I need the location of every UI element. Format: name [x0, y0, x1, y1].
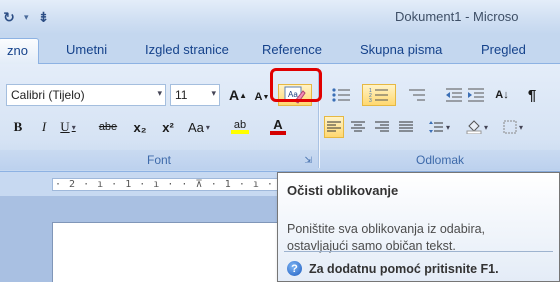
shrink-font-icon: A [254, 91, 263, 103]
shading-bucket-icon [466, 120, 482, 134]
font-color-label: A [273, 117, 283, 132]
bullets-button[interactable] [324, 84, 358, 106]
title-bar: ↻ ▾ ⇟ Dokument1 - Microso [0, 0, 560, 34]
tab-mailings[interactable]: Skupna pisma [360, 42, 442, 57]
font-size-value: 11 [175, 88, 188, 102]
chevron-down-icon[interactable]: ▾ [446, 123, 450, 132]
tooltip-divider [284, 251, 553, 252]
tab-review[interactable]: Pregled [481, 42, 526, 57]
numbering-button[interactable]: 123 [362, 84, 396, 106]
font-color-button[interactable]: A [268, 116, 288, 138]
numbered-list-icon: 123 [369, 88, 388, 103]
borders-icon [503, 120, 517, 134]
align-left-button[interactable] [324, 116, 344, 138]
tooltip-help-text: Za dodatnu pomoć pritisnite F1. [309, 261, 499, 276]
tab-references[interactable]: Reference [262, 42, 322, 57]
show-formatting-button[interactable]: ¶ [522, 84, 542, 106]
ribbon-tabs: zno Umetni Izgled stranice Reference Sku… [0, 34, 560, 65]
decrease-indent-button[interactable] [444, 84, 464, 106]
tab-page-layout[interactable]: Izgled stranice [145, 42, 229, 57]
chevron-down-icon[interactable]: ▾ [211, 88, 216, 99]
chevron-down-icon[interactable]: ▾ [72, 123, 76, 132]
svg-text:3: 3 [369, 98, 372, 103]
dialog-launcher-icon[interactable]: ⇲ [304, 155, 312, 166]
align-right-button[interactable] [372, 116, 392, 138]
window-title: Dokument1 - Microso [395, 9, 519, 24]
align-center-button[interactable] [348, 116, 368, 138]
multilevel-list-button[interactable] [400, 84, 434, 106]
font-name-value: Calibri (Tijelo) [11, 88, 85, 102]
tooltip-help: ? Za dodatnu pomoć pritisnite F1. [287, 261, 499, 276]
change-case-button[interactable]: Aa ▾ [188, 116, 210, 138]
line-spacing-icon [428, 121, 443, 133]
redo-icon[interactable]: ↻ [0, 8, 18, 26]
grow-font-icon: A [228, 87, 240, 103]
increase-indent-button[interactable] [466, 84, 486, 106]
underline-button[interactable]: U ▾ [58, 116, 78, 138]
align-left-icon [327, 121, 341, 132]
line-spacing-button[interactable]: ▾ [424, 116, 454, 138]
font-name-combo[interactable]: Calibri (Tijelo) ▾ [6, 84, 166, 106]
highlight-button[interactable]: ab [230, 116, 250, 138]
multilevel-list-icon [409, 89, 425, 101]
justify-button[interactable] [396, 116, 416, 138]
clear-formatting-tooltip: Očisti oblikovanje Poništite sva oblikov… [277, 172, 560, 282]
highlight-color-swatch [231, 130, 249, 134]
font-color-swatch [270, 131, 286, 135]
paragraph-group: 123 A↓ ¶ ▾ ▾ ▾ Odlomak [320, 64, 560, 172]
customize-qat-icon[interactable]: ⇟ [35, 8, 53, 26]
align-center-icon [351, 121, 365, 132]
chevron-down-icon[interactable]: ▾ [206, 123, 210, 132]
chevron-down-icon[interactable]: ▾ [519, 123, 523, 132]
italic-button[interactable]: I [34, 116, 54, 138]
chevron-down-icon[interactable]: ▾ [157, 88, 162, 99]
bullet-list-icon [332, 88, 350, 102]
tab-home[interactable]: zno [0, 38, 39, 65]
highlight-label: ab [233, 119, 247, 131]
superscript-button[interactable]: x² [158, 116, 178, 138]
tooltip-description: Poništite sva oblikovanja iz odabira, os… [287, 222, 486, 253]
tab-insert[interactable]: Umetni [66, 42, 107, 57]
font-group-label: Font [0, 150, 318, 170]
align-right-icon [375, 121, 389, 132]
sort-button[interactable]: A↓ [492, 84, 512, 106]
justify-icon [399, 121, 413, 132]
decrease-indent-icon [446, 88, 462, 102]
paragraph-group-label: Odlomak [320, 150, 560, 170]
font-size-combo[interactable]: 11 ▾ [170, 84, 220, 106]
quick-access-toolbar: ↻ ▾ ⇟ [0, 8, 53, 26]
chevron-down-icon[interactable]: ▾ [484, 123, 488, 132]
redo-dropdown-icon[interactable]: ▾ [24, 12, 29, 23]
help-icon: ? [287, 261, 302, 276]
shrink-font-button[interactable]: A ▼ [252, 86, 272, 108]
grow-font-button[interactable]: A ▲ [228, 84, 248, 106]
bold-button[interactable]: B [8, 116, 28, 138]
change-case-label: Aa [188, 119, 204, 135]
shading-button[interactable]: ▾ [462, 116, 492, 138]
borders-button[interactable]: ▾ [498, 116, 528, 138]
annotation-highlight-box [270, 68, 322, 102]
underline-label: U [60, 119, 70, 134]
tooltip-title: Očisti oblikovanje [287, 183, 399, 198]
subscript-button[interactable]: x₂ [130, 116, 150, 138]
strikethrough-button[interactable]: abe [98, 116, 118, 138]
ribbon: Calibri (Tijelo) ▾ 11 ▾ A ▲ A ▼ Aa B I U ▾ … [0, 64, 560, 172]
increase-indent-icon [468, 88, 484, 102]
